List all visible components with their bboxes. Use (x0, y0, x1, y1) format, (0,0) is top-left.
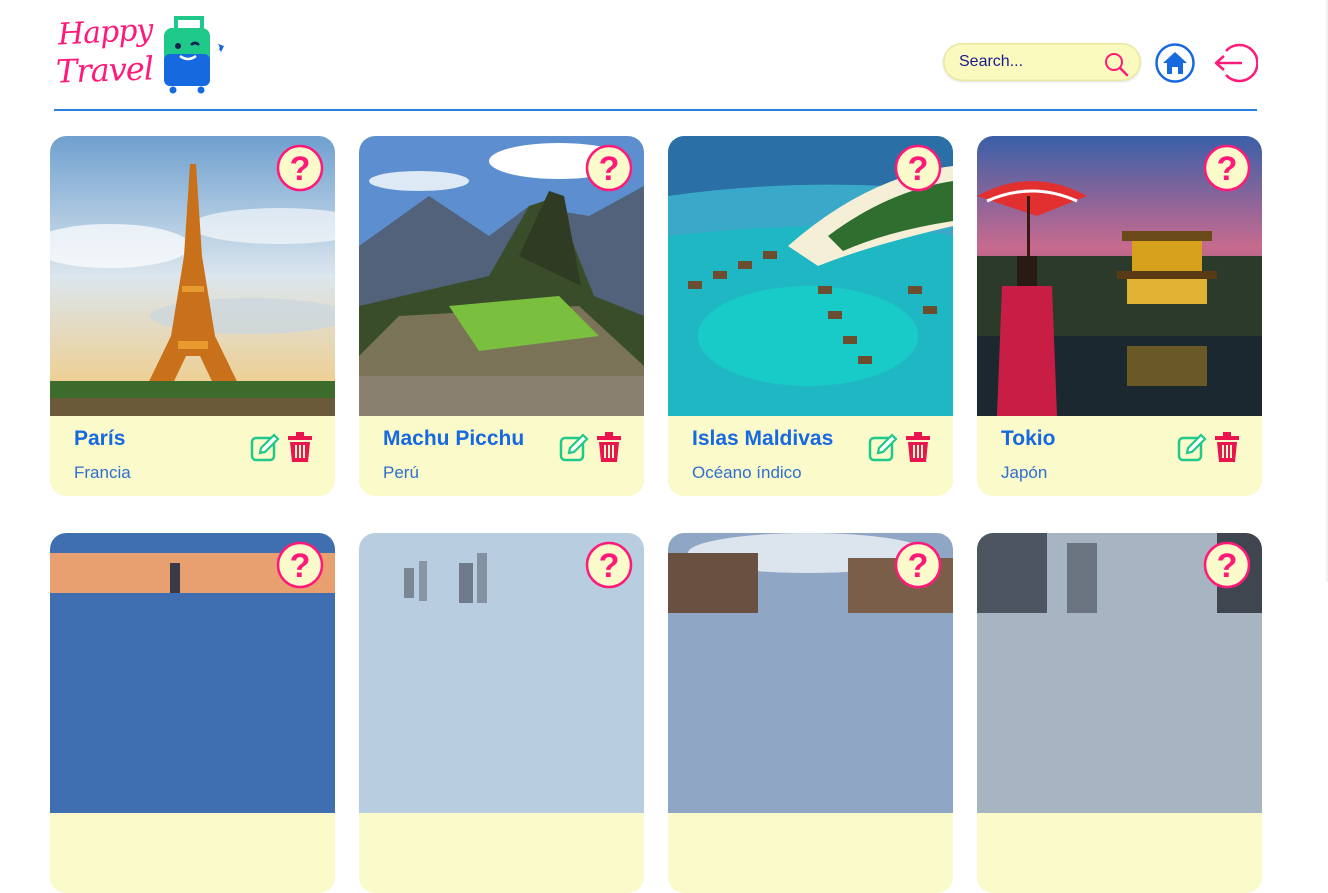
destination-country: Francia (74, 463, 131, 482)
svg-text:?: ? (290, 150, 311, 188)
destination-card[interactable]: ? Islas Maldivas Océano índico (668, 136, 953, 496)
destination-title: París (74, 427, 126, 450)
search-input[interactable] (959, 52, 1099, 72)
question-icon[interactable]: ? (894, 144, 942, 192)
question-icon[interactable]: ? (585, 144, 633, 192)
edit-icon[interactable] (1177, 433, 1207, 463)
destination-card[interactable]: ? París Francia (50, 136, 335, 496)
destination-title: Tokio (1001, 427, 1056, 450)
svg-text:?: ? (908, 150, 929, 188)
edit-icon[interactable] (250, 433, 280, 463)
destination-country: Perú (383, 463, 419, 482)
destination-card[interactable]: ? Machu Picchu Perú (359, 136, 644, 496)
edit-icon[interactable] (868, 433, 898, 463)
trash-icon[interactable] (597, 432, 621, 462)
svg-text:?: ? (1217, 547, 1238, 585)
trash-icon[interactable] (288, 432, 312, 462)
suitcase-mascot-icon (164, 16, 224, 94)
svg-text:?: ? (1217, 150, 1238, 188)
search-bar (943, 43, 1141, 81)
logout-icon[interactable] (1212, 42, 1258, 84)
edit-icon[interactable] (559, 433, 589, 463)
destination-card[interactable]: ? (977, 533, 1262, 893)
destination-country: Océano índico (692, 463, 802, 482)
trash-icon[interactable] (1215, 432, 1239, 462)
question-icon[interactable]: ? (1203, 144, 1251, 192)
destination-country: Japón (1001, 463, 1048, 482)
destination-card[interactable]: ? (50, 533, 335, 893)
svg-text:?: ? (599, 150, 620, 188)
trash-icon[interactable] (906, 432, 930, 462)
logo-text-travel: Travel (55, 49, 154, 91)
home-icon[interactable] (1155, 43, 1195, 83)
destination-card[interactable]: ? (668, 533, 953, 893)
logo-text-happy: Happy (57, 12, 154, 53)
destination-title: Islas Maldivas (692, 427, 834, 450)
svg-text:?: ? (599, 547, 620, 585)
header-divider (54, 109, 1257, 111)
destination-card[interactable]: ? Tokio Japón (977, 136, 1262, 496)
svg-text:?: ? (290, 547, 311, 585)
destination-card[interactable]: ? (359, 533, 644, 893)
destination-title: Machu Picchu (383, 427, 525, 450)
question-icon[interactable]: ? (276, 144, 324, 192)
logo[interactable]: Happy Travel (54, 12, 224, 96)
search-icon[interactable] (1103, 51, 1129, 77)
svg-text:?: ? (908, 547, 929, 585)
